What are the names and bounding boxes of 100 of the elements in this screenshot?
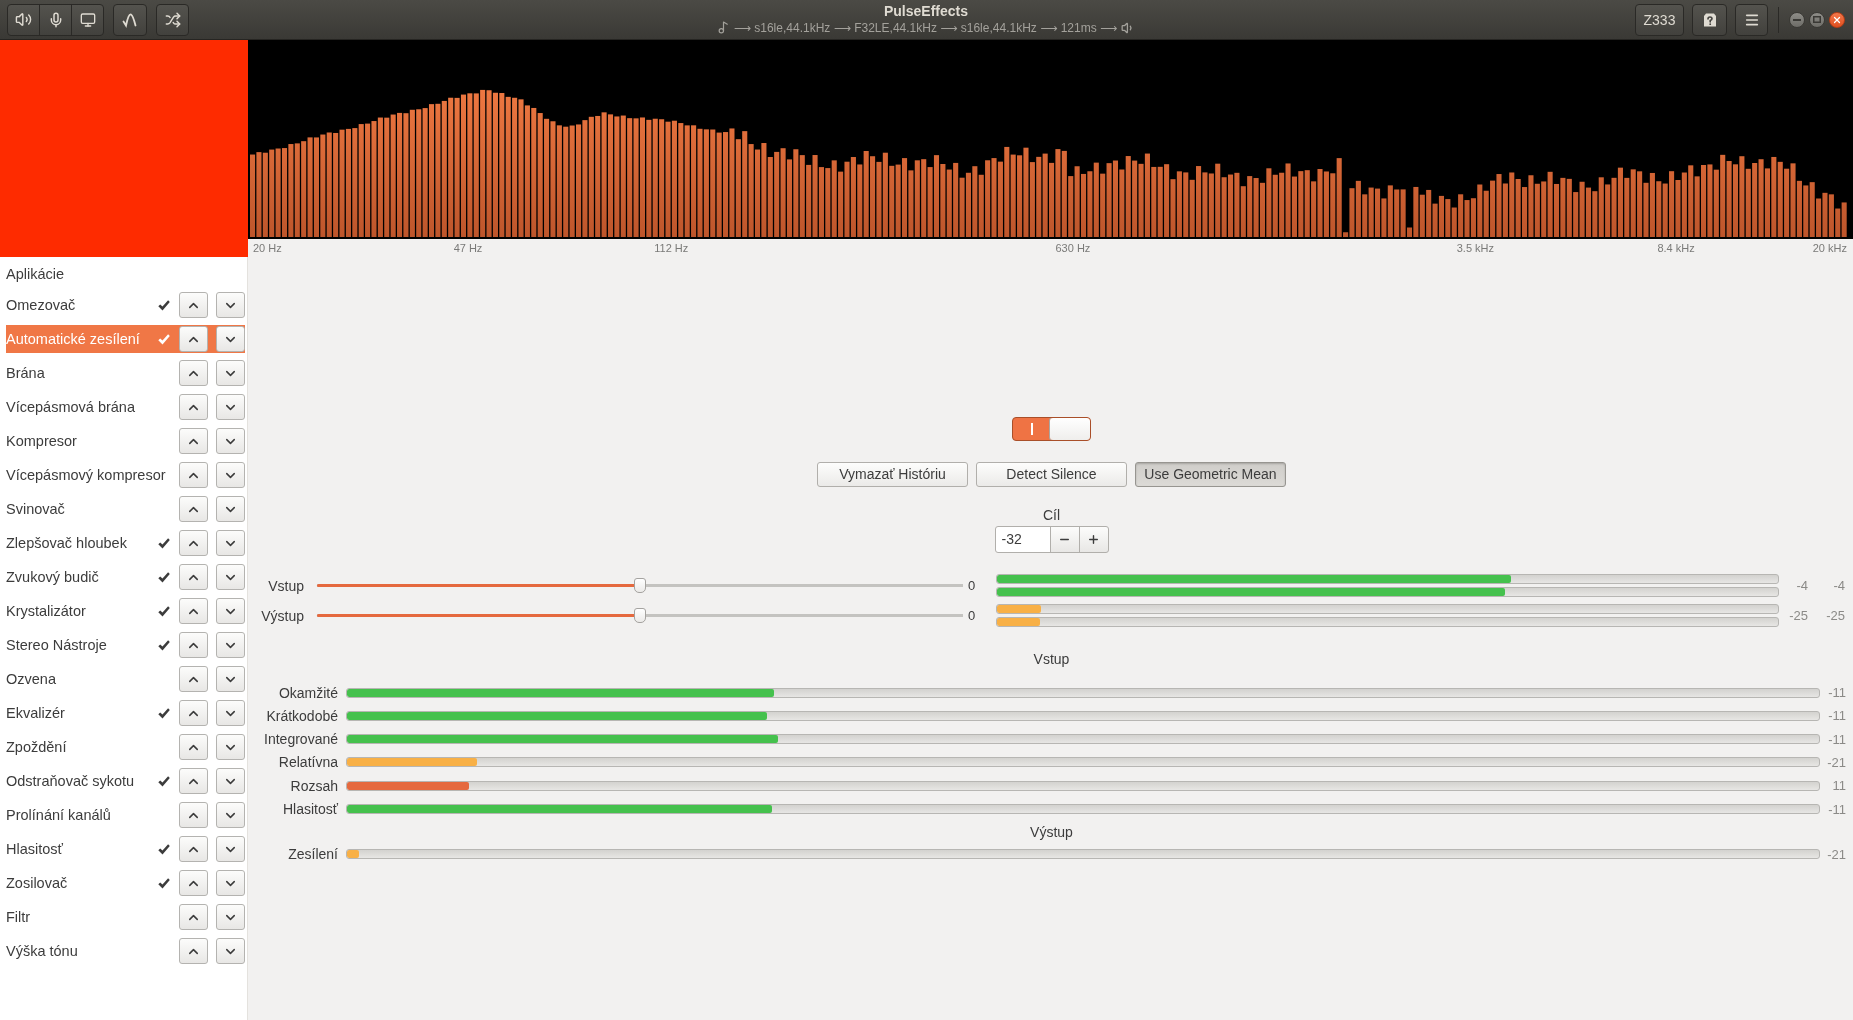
move-up-button[interactable] (179, 394, 208, 420)
help-button[interactable] (1692, 3, 1727, 36)
move-up-button[interactable] (179, 870, 208, 896)
move-up-button[interactable] (179, 360, 208, 386)
close-icon (1832, 14, 1842, 25)
move-up-button[interactable] (179, 700, 208, 726)
move-up-button[interactable] (179, 734, 208, 760)
preset-button[interactable]: Z333 (1635, 3, 1684, 36)
section-title: Vstup (1032, 649, 1071, 669)
move-up-button[interactable] (179, 666, 208, 692)
sidebar-item[interactable]: Stereo Nástroje (6, 631, 245, 659)
axis-label: 20 kHz (1812, 242, 1847, 255)
move-down-button[interactable] (216, 292, 245, 318)
move-down-button[interactable] (216, 666, 245, 692)
minimize-button[interactable] (1789, 11, 1805, 28)
push-button[interactable]: Vymazať Históriu (817, 461, 968, 487)
meter-reading: -11 (1827, 708, 1846, 724)
meter-reading: 11 (1831, 778, 1846, 794)
meter-reading: -11 (1827, 801, 1846, 817)
meter-reading: -11 (1827, 731, 1846, 747)
slider-value: 0 (968, 608, 977, 624)
move-up-button[interactable] (179, 938, 208, 964)
push-button[interactable]: Use Geometric Mean (1135, 461, 1286, 487)
sidebar-item[interactable]: Ekvalizér (6, 699, 245, 727)
move-up-button[interactable] (179, 598, 208, 624)
meter-reading: -25 (1788, 608, 1808, 624)
move-down-button[interactable] (216, 394, 245, 420)
window-title: PulseEffects (883, 3, 968, 19)
curve-button[interactable] (113, 3, 147, 36)
slider-thumb[interactable] (634, 578, 646, 594)
move-up-button[interactable] (179, 768, 208, 794)
move-down-button[interactable] (216, 462, 245, 488)
axis-label: 630 Hz (1055, 242, 1091, 255)
maximize-button[interactable] (1809, 11, 1825, 28)
pipeline-text: ⟶ s16le,44.1kHz ⟶ F32LE,44.1kHz ⟶ s16le,44.1kHz ⟶ 121ms ⟶ (733, 20, 1118, 35)
sidebar-item[interactable]: Prolínání kanálů (6, 801, 245, 829)
move-down-button[interactable] (216, 904, 245, 930)
move-down-button[interactable] (216, 564, 245, 590)
move-down-button[interactable] (216, 530, 245, 556)
sidebar-item[interactable]: Vícepásmový kompresor (6, 461, 245, 489)
move-down-button[interactable] (216, 632, 245, 658)
sidebar-item[interactable]: Svinovač (6, 495, 245, 523)
move-down-button[interactable] (216, 768, 245, 794)
number-field[interactable]: -32 (994, 525, 1051, 553)
curve-icon (122, 11, 138, 28)
move-down-button[interactable] (216, 326, 245, 352)
move-down-button[interactable] (216, 734, 245, 760)
move-down-button[interactable] (216, 870, 245, 896)
axis-label: 3.5 kHz (1456, 242, 1495, 255)
move-up-button[interactable] (179, 632, 208, 658)
row-label: Vstup (267, 577, 304, 594)
sidebar-item[interactable]: Hlasitosť (6, 835, 245, 863)
sidebar-item[interactable]: Filtr (6, 903, 245, 931)
move-down-button[interactable] (216, 496, 245, 522)
move-down-button[interactable] (216, 938, 245, 964)
monitor-button[interactable] (71, 3, 104, 36)
move-up-button[interactable] (179, 428, 208, 454)
move-up-button[interactable] (179, 496, 208, 522)
sidebar-item[interactable]: Brána (6, 359, 245, 387)
microphone-button[interactable] (39, 3, 72, 36)
close-button[interactable] (1829, 11, 1845, 28)
move-down-button[interactable] (216, 598, 245, 624)
sidebar-item[interactable]: Vícepásmová brána (6, 393, 245, 421)
power-switch[interactable] (1012, 416, 1091, 441)
sidebar-item[interactable]: Odstraňovač sykotu (6, 767, 245, 795)
move-down-button[interactable] (216, 802, 245, 828)
move-up-button[interactable] (179, 802, 208, 828)
slider-thumb[interactable] (634, 608, 646, 624)
speaker-icon (15, 11, 32, 28)
move-up-button[interactable] (179, 904, 208, 930)
move-up-button[interactable] (179, 836, 208, 862)
sidebar-item[interactable]: Krystalizátor (6, 597, 245, 625)
maximize-icon (1813, 16, 1821, 23)
sidebar-item[interactable]: Zlepšovač hloubek (6, 529, 245, 557)
menu-button[interactable] (1735, 3, 1768, 36)
meter-reading: -25 (1825, 608, 1845, 624)
move-up-button[interactable] (179, 326, 208, 352)
sidebar-item[interactable]: Kompresor (6, 427, 245, 455)
move-up-button[interactable] (179, 292, 208, 318)
sidebar-item[interactable]: Zvukový budič (6, 563, 245, 591)
sidebar-item[interactable]: Omezovač (6, 291, 245, 319)
push-button[interactable]: Detect Silence (976, 461, 1127, 487)
move-up-button[interactable] (179, 462, 208, 488)
meter-label: Rozsah (289, 777, 338, 794)
sidebar-item[interactable]: Zosilovač (6, 869, 245, 897)
move-down-button[interactable] (216, 836, 245, 862)
shuffle-button[interactable] (156, 3, 189, 36)
sidebar-item[interactable]: Zpoždění (6, 733, 245, 761)
move-up-button[interactable] (179, 530, 208, 556)
move-down-button[interactable] (216, 360, 245, 386)
meter-reading: -21 (1826, 846, 1846, 862)
speaker-button[interactable] (7, 3, 40, 36)
move-up-button[interactable] (179, 564, 208, 590)
sidebar-item[interactable]: Aplikácie (6, 263, 245, 285)
shuffle-icon (164, 11, 181, 28)
move-down-button[interactable] (216, 428, 245, 454)
sidebar-item[interactable]: Ozvena (6, 665, 245, 693)
move-down-button[interactable] (216, 700, 245, 726)
axis-label: 20 Hz (253, 242, 282, 255)
sidebar-item[interactable]: Výška tónu (6, 937, 245, 965)
